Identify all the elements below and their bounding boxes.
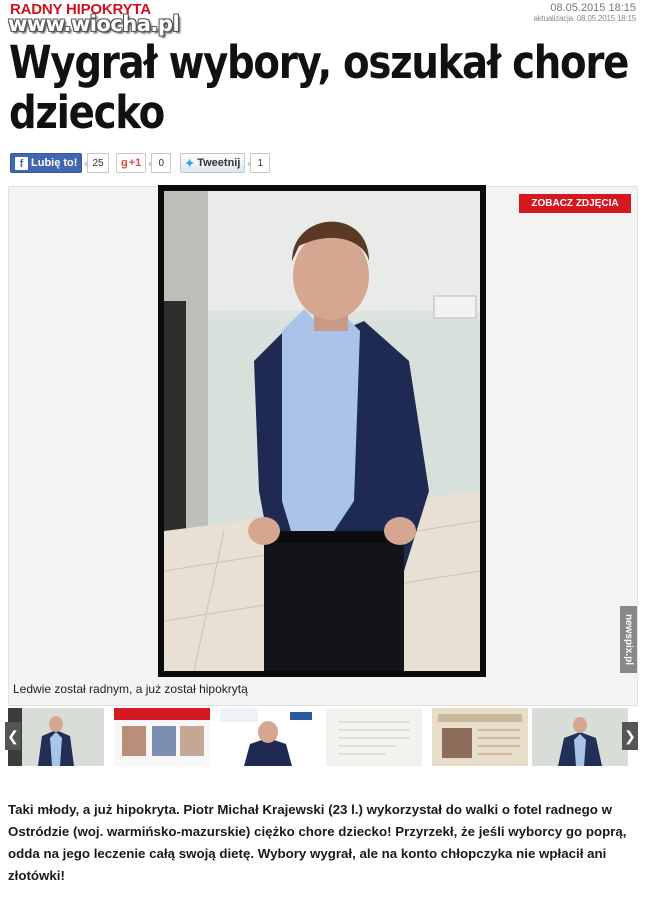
facebook-like-label: Lubię to! [31, 157, 78, 169]
google-plus-button[interactable]: g +1 [116, 153, 147, 173]
update-date: aktualizacja: 08.05.2015 18:15 [533, 14, 636, 23]
main-photo-image [164, 191, 480, 671]
thumbnail-strip [8, 706, 638, 767]
thumbnail-image [114, 708, 210, 766]
facebook-like-widget: f Lubię to! 25 [10, 153, 109, 173]
gallery-thumbnail[interactable] [432, 708, 528, 766]
site-watermark: www.wiocha.pl [8, 12, 180, 36]
google-plus-count: 0 [148, 153, 172, 173]
photo-credit: newspix.pl [620, 606, 637, 673]
facebook-icon: f [15, 156, 28, 170]
thumbnail-image [8, 708, 104, 766]
google-plus-label: +1 [128, 157, 142, 169]
chevron-left-icon: ❮ [7, 727, 19, 744]
thumbnail-image [326, 708, 422, 766]
twitter-widget: ✦ Tweetnij 1 [180, 153, 271, 173]
gallery-thumbnail[interactable] [220, 708, 316, 766]
thumbnail-image [432, 708, 528, 766]
facebook-like-count: 25 [84, 153, 109, 173]
gallery-thumbnail[interactable] [8, 708, 104, 766]
publish-date: 08.05.2015 18:15 [550, 2, 636, 14]
photo-caption: Ledwie został radnym, a już został hipok… [13, 682, 248, 696]
chevron-right-icon: ❯ [624, 727, 636, 744]
article-headline: Wygrał wybory, oszukał chore dziecko [9, 36, 629, 139]
twitter-bird-icon: ✦ [185, 157, 195, 170]
main-photo[interactable] [164, 191, 480, 671]
tweet-count: 1 [247, 153, 271, 173]
article-lead: Taki młody, a już hipokryta. Piotr Micha… [8, 802, 627, 883]
view-photos-button[interactable]: ZOBACZ ZDJĘCIA [519, 194, 631, 213]
thumbnail-image [220, 708, 316, 766]
tweet-button[interactable]: ✦ Tweetnij [180, 153, 246, 173]
google-plus-widget: g +1 0 [116, 153, 172, 173]
gallery-next-button[interactable]: ❯ [622, 722, 638, 750]
gallery-prev-button[interactable]: ❮ [5, 722, 21, 750]
google-plus-icon: g [121, 157, 128, 169]
thumbnail-image [532, 708, 628, 766]
facebook-like-button[interactable]: f Lubię to! [10, 153, 83, 173]
photo-credit-label: newspix.pl [623, 613, 634, 666]
gallery-thumbnail[interactable] [532, 708, 628, 766]
gallery-thumbnail[interactable] [326, 708, 422, 766]
tweet-label: Tweetnij [197, 157, 241, 169]
gallery-thumbnail[interactable] [114, 708, 210, 766]
